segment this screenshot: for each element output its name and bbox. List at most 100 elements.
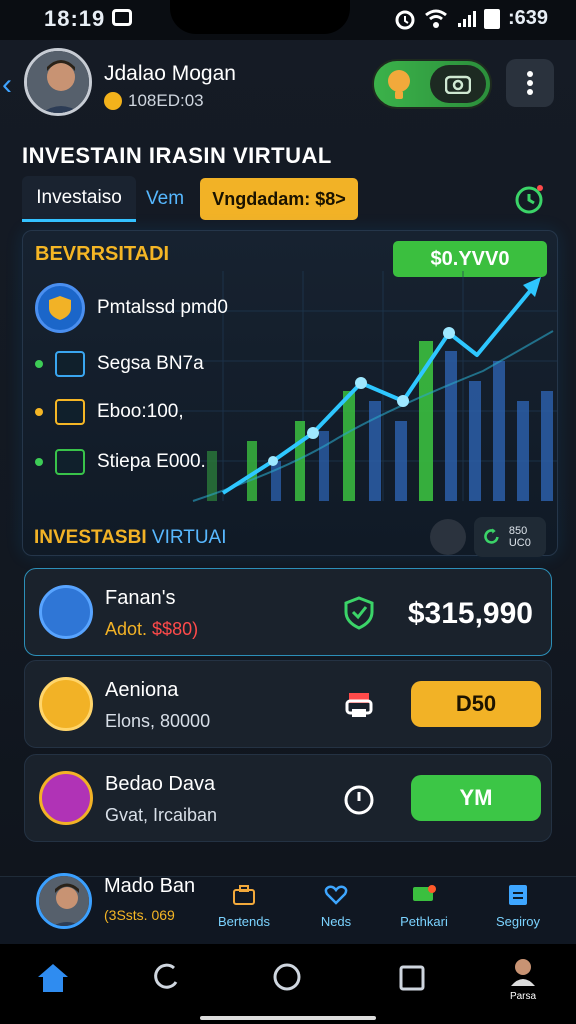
shield-check-icon — [344, 596, 374, 630]
app-notification-icon — [112, 9, 132, 26]
document-icon — [509, 885, 527, 905]
camera-icon — [445, 75, 471, 94]
chart-square-icon — [55, 399, 85, 425]
chart-point — [268, 456, 278, 466]
back-chevron-icon[interactable]: ‹ — [2, 68, 12, 102]
user-name: Jdalao Mogan — [104, 62, 236, 85]
shield-icon — [35, 283, 85, 333]
chart-bar — [343, 391, 355, 501]
legend-label-3: Stiepa E000. — [97, 451, 206, 472]
legend-label-2: Eboo:100, — [97, 401, 184, 422]
promo-button[interactable]: Vngdadam: $8> — [200, 178, 358, 220]
tab-investaiso[interactable]: Investaiso — [22, 176, 136, 222]
printer-icon — [345, 693, 373, 717]
chart-bar — [541, 391, 553, 501]
nav-avatar[interactable] — [36, 873, 92, 929]
camera-notch — [170, 0, 350, 34]
card-title: Fanan's — [105, 587, 176, 609]
legend-dot — [35, 408, 43, 416]
lightning-coin-icon — [39, 677, 93, 731]
section2-title: INVESTASBI VIRTUAI — [34, 527, 227, 549]
refresh-chip[interactable]: 850 UC0 — [474, 517, 546, 557]
nav-item-label: Pethkari — [400, 914, 448, 929]
more-menu-button[interactable] — [506, 59, 554, 107]
chart-point — [307, 427, 319, 439]
investment-card-3[interactable]: Bedao Dava Gvat, Ircaiban YM — [24, 754, 552, 842]
card-action-button[interactable]: YM — [411, 775, 541, 821]
coin-value: 108ED:03 — [128, 91, 204, 110]
nav-item-neds[interactable]: Neds — [296, 885, 376, 929]
card-value: $315,990 — [407, 597, 533, 630]
investment-card-1[interactable]: Fanan's Adot. $$80) $315,990 — [24, 568, 552, 656]
chart-point — [443, 327, 455, 339]
profile-avatar[interactable] — [24, 48, 92, 116]
chart-square-icon — [55, 351, 85, 377]
clock-icon — [344, 785, 374, 815]
profile-shortcut[interactable]: Parsa — [500, 956, 546, 1002]
lightbulb-icon — [388, 70, 410, 99]
chart-square-icon — [55, 449, 85, 475]
card-subtitle: Adot. $$80) — [105, 619, 199, 639]
system-navigation-bar: Parsa — [0, 944, 576, 1024]
nav-item-label: Bertends — [217, 914, 271, 929]
card-action-button[interactable]: D50 — [411, 681, 541, 727]
alarm-icon — [395, 10, 415, 29]
timer-icon[interactable] — [512, 182, 546, 216]
person-icon — [511, 959, 535, 986]
chart-bar — [445, 351, 457, 501]
chart-bar — [271, 461, 281, 501]
nav-item-label: Segiroy — [495, 914, 541, 929]
nav-user-subtitle: (3Ssts. 069 — [104, 907, 175, 923]
person-icon — [39, 876, 89, 926]
status-bar: 18:19 :639 — [0, 0, 576, 40]
status-icons: :639 — [394, 7, 548, 30]
chart-legend-row-1: Segsa BN7a — [35, 351, 204, 377]
recent-apps-icon[interactable] — [398, 964, 426, 992]
chart-point — [397, 395, 409, 407]
legend-dot — [35, 360, 43, 368]
profile-shortcut-label: Parsa — [509, 991, 537, 1002]
signal-icon — [457, 10, 476, 27]
chart-bar — [493, 361, 505, 501]
search-shield-icon — [39, 585, 93, 639]
investment-card-2[interactable]: Aeniona Elons, 80000 D50 — [24, 660, 552, 748]
toggle-knob — [430, 65, 486, 103]
wifi-icon — [425, 9, 447, 28]
section2-title-main: INVESTASBI — [34, 527, 147, 548]
card-subtitle: Elons, 80000 — [105, 711, 211, 731]
tab-vem[interactable]: Vem — [146, 188, 184, 210]
chart-legend-row-3: Stiepa E000. — [35, 449, 206, 475]
card-title: Bedao Dava — [105, 773, 216, 795]
bottom-navigation: Mado Ban (3Ssts. 069 Bertends Neds Pethk… — [0, 873, 576, 944]
nav-item-bertends[interactable]: Bertends — [204, 885, 284, 929]
chart-bar — [469, 381, 481, 501]
chart-shield-row: Pmtalssd pmd0 — [35, 283, 228, 333]
building-icon — [39, 771, 93, 825]
mode-toggle[interactable] — [372, 59, 492, 109]
chart-bar — [319, 431, 329, 501]
battery-icon — [483, 8, 500, 29]
more-vertical-icon — [527, 71, 533, 95]
round-toggle-button[interactable] — [430, 519, 466, 555]
tabs-row: Investaiso Vem Vngdadam: $8> — [22, 176, 558, 224]
refresh-icon — [484, 528, 499, 544]
home-icon[interactable] — [36, 962, 70, 994]
page-title: INVESTAIN IRASIN VIRTUAL — [22, 143, 332, 168]
home-circle-icon[interactable] — [272, 962, 302, 992]
chart-legend-row-2: Eboo:100, — [35, 399, 184, 425]
briefcase-icon — [233, 885, 255, 905]
card-title: Aeniona — [105, 679, 179, 701]
heart-icon — [324, 885, 348, 905]
section2-title-sub: VIRTUAI — [151, 527, 227, 548]
home-indicator[interactable] — [200, 1016, 376, 1020]
back-arrow-icon[interactable] — [152, 962, 180, 992]
nav-item-label: Neds — [320, 914, 352, 929]
legend-dot — [35, 458, 43, 466]
status-time: 18:19 — [44, 6, 106, 31]
virtual-investment-section-header: INVESTASBI VIRTUAI 850 UC0 — [22, 515, 558, 559]
nav-item-pethkari[interactable]: Pethkari — [384, 885, 464, 929]
chip-text: 850 UC0 — [508, 525, 531, 549]
chart-bar — [395, 421, 407, 501]
nav-item-segiroy[interactable]: Segiroy — [478, 885, 558, 929]
coin-icon — [104, 92, 122, 110]
